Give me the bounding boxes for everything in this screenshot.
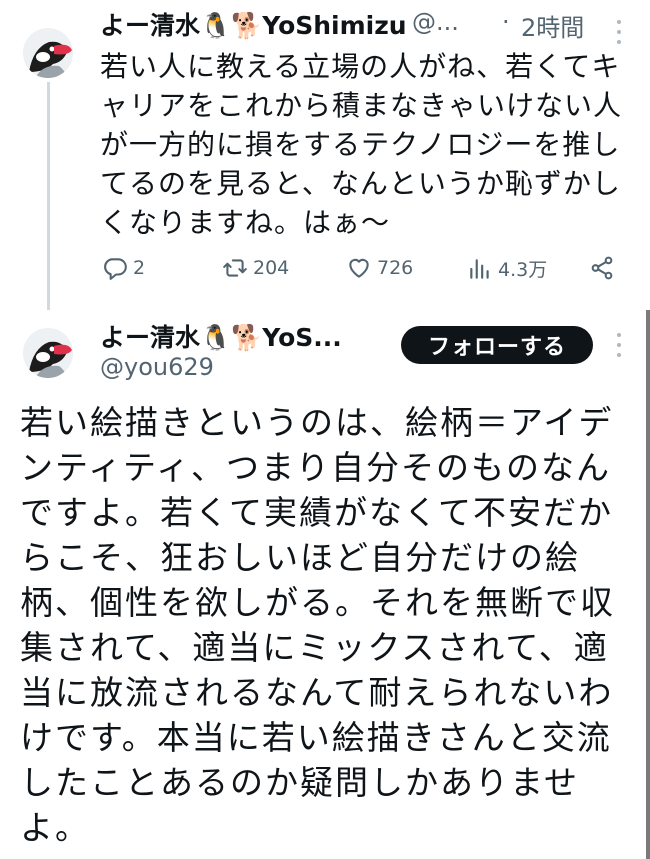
java-sparrow-avatar-icon	[23, 28, 73, 78]
share-icon	[591, 256, 613, 280]
retweet-button[interactable]: 204	[222, 255, 289, 281]
handle[interactable]: @...	[412, 8, 459, 36]
avatar[interactable]	[23, 28, 73, 78]
tweet-text: 若い人に教える立場の人がね、若くてキャリアをこれから積まなきゃいけない人が一方的…	[100, 50, 623, 239]
views-count: 4.3万	[498, 259, 548, 281]
more-icon[interactable]	[607, 20, 631, 44]
reply-button[interactable]: 2	[102, 255, 145, 281]
avatar[interactable]	[23, 328, 73, 378]
heart-icon	[349, 258, 369, 278]
reply-icon	[104, 258, 127, 280]
views-icon	[470, 258, 489, 279]
share-button[interactable]	[589, 255, 615, 281]
handle[interactable]: @you629	[100, 353, 214, 381]
display-name[interactable]: よー清水🐧🐕YoS...	[100, 318, 342, 354]
views-button[interactable]: 4.3万	[467, 255, 547, 282]
timestamp[interactable]: 2時間	[521, 8, 584, 43]
more-icon[interactable]	[607, 333, 631, 357]
scrollbar[interactable]	[646, 310, 650, 859]
retweet-count: 204	[253, 257, 290, 279]
thread-line	[47, 82, 50, 310]
reply-count: 2	[133, 257, 146, 279]
display-name[interactable]: よー清水🐧🐕YoShimizu	[100, 6, 407, 42]
separator-dot: ·	[502, 8, 510, 36]
java-sparrow-avatar-icon	[23, 328, 73, 378]
retweet-icon	[223, 259, 247, 277]
follow-button[interactable]: フォローする	[401, 326, 593, 364]
like-button[interactable]: 726	[346, 255, 413, 281]
tweet-text: 若い絵描きというのは、絵柄＝アイデンティティ、つまり自分そのものなんですよ。若く…	[20, 403, 615, 847]
like-count: 726	[377, 257, 414, 279]
